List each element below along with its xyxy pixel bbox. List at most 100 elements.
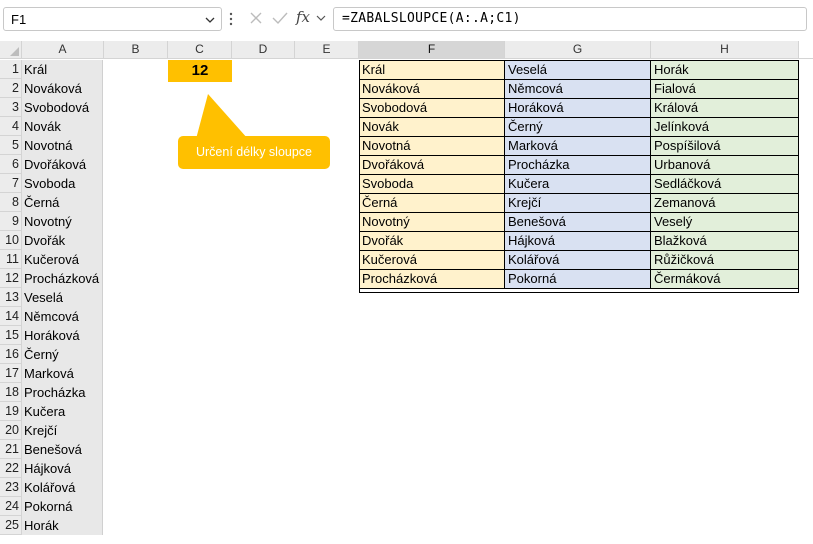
cell-column-g[interactable]: Procházka: [505, 156, 651, 175]
cell-column-f[interactable]: Černá: [359, 194, 505, 213]
more-options-icon[interactable]: [229, 11, 233, 27]
cell-column-a[interactable]: Svobodová: [22, 98, 103, 117]
row-header[interactable]: 16: [0, 345, 22, 364]
cell-column-f[interactable]: Svoboda: [359, 175, 505, 194]
row-header[interactable]: 9: [0, 212, 22, 231]
cell-column-g[interactable]: Benešová: [505, 213, 651, 232]
row-header[interactable]: 1: [0, 60, 22, 79]
chevron-down-icon[interactable]: [316, 14, 326, 22]
cell-column-f[interactable]: Kučerová: [359, 251, 505, 270]
row-header[interactable]: 18: [0, 383, 22, 402]
cell-column-a[interactable]: Dvořák: [22, 231, 103, 250]
cell-column-a[interactable]: Černý: [22, 345, 103, 364]
cell-column-f[interactable]: Král: [359, 61, 505, 80]
row-header[interactable]: 21: [0, 440, 22, 459]
row-header[interactable]: 11: [0, 250, 22, 269]
cell-column-h[interactable]: Králová: [651, 99, 799, 118]
cell-column-g[interactable]: Černý: [505, 118, 651, 137]
row-header[interactable]: 13: [0, 288, 22, 307]
row-header[interactable]: 14: [0, 307, 22, 326]
column-header-f[interactable]: F: [359, 41, 505, 59]
cell-column-h[interactable]: Sedláčková: [651, 175, 799, 194]
cell-column-g[interactable]: Pokorná: [505, 270, 651, 289]
column-header-g[interactable]: G: [505, 41, 651, 59]
cancel-icon[interactable]: [249, 11, 263, 25]
cell-column-a[interactable]: Horák: [22, 516, 103, 535]
cell-column-a[interactable]: Kučera: [22, 402, 103, 421]
row-header[interactable]: 15: [0, 326, 22, 345]
cell-column-g[interactable]: Němcová: [505, 80, 651, 99]
cell-column-f[interactable]: Novotná: [359, 137, 505, 156]
cell-column-a[interactable]: Novotná: [22, 136, 103, 155]
row-header[interactable]: 25: [0, 516, 22, 535]
row-header[interactable]: 10: [0, 231, 22, 250]
row-header[interactable]: 22: [0, 459, 22, 478]
select-all-button[interactable]: [0, 41, 22, 59]
cell-column-a[interactable]: Horáková: [22, 326, 103, 345]
cell-column-a[interactable]: Nováková: [22, 79, 103, 98]
cell-column-a[interactable]: Kolářová: [22, 478, 103, 497]
row-header[interactable]: 2: [0, 79, 22, 98]
row-header[interactable]: 23: [0, 478, 22, 497]
cell-column-a[interactable]: Hájková: [22, 459, 103, 478]
cell-column-a[interactable]: Novák: [22, 117, 103, 136]
column-header-b[interactable]: B: [104, 41, 168, 59]
cell-column-a[interactable]: Pokorná: [22, 497, 103, 516]
row-header[interactable]: 4: [0, 117, 22, 136]
check-icon[interactable]: [272, 11, 288, 25]
cell-column-a[interactable]: Němcová: [22, 307, 103, 326]
column-header-e[interactable]: E: [295, 41, 359, 59]
row-header[interactable]: 7: [0, 174, 22, 193]
chevron-down-icon[interactable]: [205, 15, 215, 25]
cell-column-f[interactable]: Novotný: [359, 213, 505, 232]
row-header[interactable]: 20: [0, 421, 22, 440]
column-header-d[interactable]: D: [232, 41, 295, 59]
cell-column-g[interactable]: Hájková: [505, 232, 651, 251]
column-header-a[interactable]: A: [22, 41, 104, 59]
row-header[interactable]: 24: [0, 497, 22, 516]
cell-column-f[interactable]: Nováková: [359, 80, 505, 99]
cell-column-a[interactable]: Černá: [22, 193, 103, 212]
formula-input[interactable]: =ZABALSLOUPCE(A:.A;C1): [333, 7, 807, 31]
cell-column-a[interactable]: Marková: [22, 364, 103, 383]
cell-column-a[interactable]: Dvořáková: [22, 155, 103, 174]
cell-column-f[interactable]: Dvořák: [359, 232, 505, 251]
cell-column-h[interactable]: Pospíšilová: [651, 137, 799, 156]
cell-column-f[interactable]: Svobodová: [359, 99, 505, 118]
cell-column-g[interactable]: Veselá: [505, 61, 651, 80]
cell-column-a[interactable]: Procházková: [22, 269, 103, 288]
row-header[interactable]: 19: [0, 402, 22, 421]
cell-column-f[interactable]: Procházková: [359, 270, 505, 289]
column-header-c[interactable]: C: [168, 41, 232, 59]
cell-column-g[interactable]: Horáková: [505, 99, 651, 118]
cell-column-h[interactable]: Fialová: [651, 80, 799, 99]
row-header[interactable]: 6: [0, 155, 22, 174]
cell-c1-column-length[interactable]: 12: [168, 60, 232, 82]
cell-column-h[interactable]: Zemanová: [651, 194, 799, 213]
row-header[interactable]: 17: [0, 364, 22, 383]
cell-column-h[interactable]: Urbanová: [651, 156, 799, 175]
cell-column-g[interactable]: Kolářová: [505, 251, 651, 270]
cell-column-h[interactable]: Blažková: [651, 232, 799, 251]
cell-column-h[interactable]: Horák: [651, 61, 799, 80]
cell-column-a[interactable]: Novotný: [22, 212, 103, 231]
cell-column-f[interactable]: Novák: [359, 118, 505, 137]
cell-column-g[interactable]: Marková: [505, 137, 651, 156]
row-header[interactable]: 3: [0, 98, 22, 117]
cell-column-f[interactable]: Dvořáková: [359, 156, 505, 175]
cell-column-a[interactable]: Procházka: [22, 383, 103, 402]
cell-column-g[interactable]: Kučera: [505, 175, 651, 194]
row-header[interactable]: 12: [0, 269, 22, 288]
cell-column-a[interactable]: Krejčí: [22, 421, 103, 440]
cell-column-a[interactable]: Kučerová: [22, 250, 103, 269]
cell-column-h[interactable]: Jelínková: [651, 118, 799, 137]
cell-column-a[interactable]: Benešová: [22, 440, 103, 459]
row-header[interactable]: 8: [0, 193, 22, 212]
cell-column-a[interactable]: Král: [22, 60, 103, 79]
cell-column-g[interactable]: Krejčí: [505, 194, 651, 213]
cell-column-h[interactable]: Veselý: [651, 213, 799, 232]
cell-column-a[interactable]: Veselá: [22, 288, 103, 307]
name-box[interactable]: F1: [3, 7, 222, 31]
cell-column-h[interactable]: Čermáková: [651, 270, 799, 289]
cell-column-a[interactable]: Svoboda: [22, 174, 103, 193]
